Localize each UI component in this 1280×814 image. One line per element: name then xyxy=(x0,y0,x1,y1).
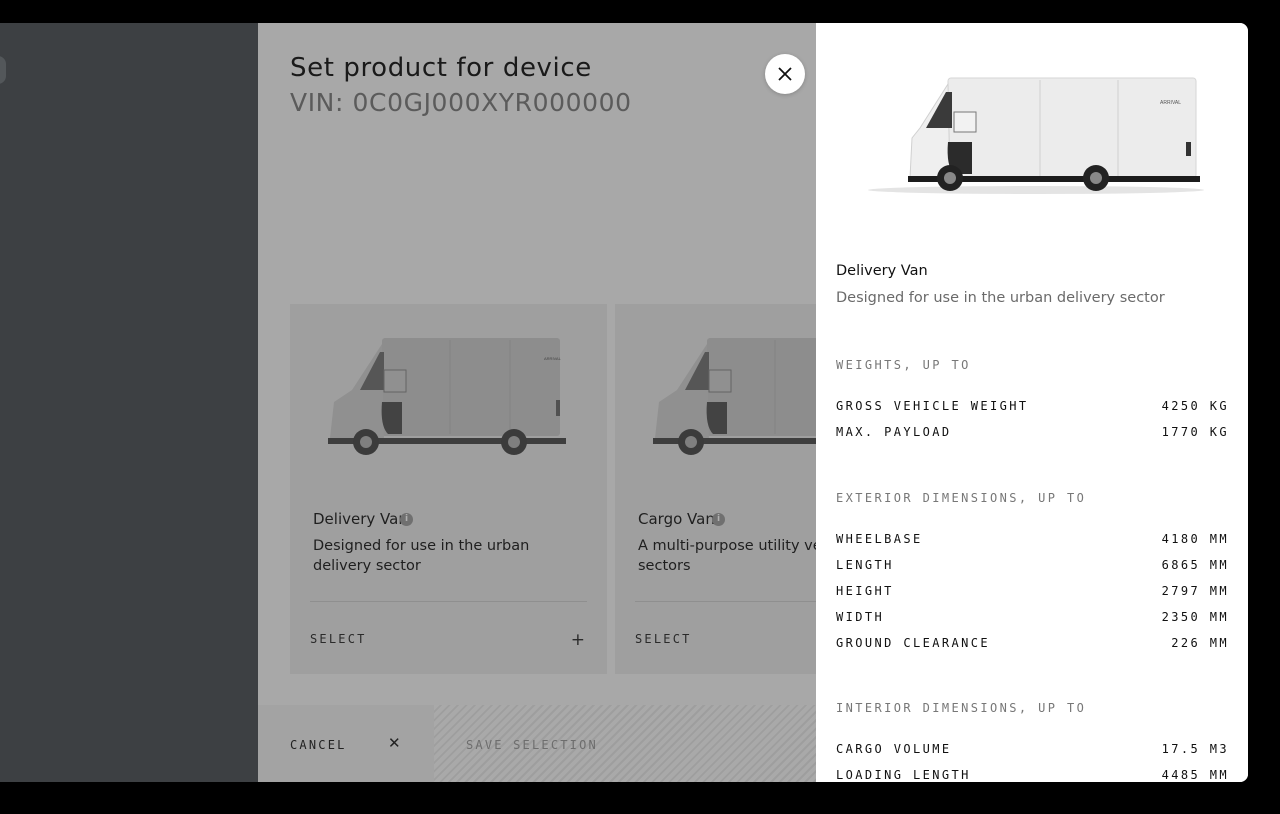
modal-title: Set product for device xyxy=(290,53,592,83)
spec-row: GROUND CLEARANCE 226 MM xyxy=(836,636,1229,656)
spec-row: LENGTH 6865 MM xyxy=(836,558,1229,578)
spec-row: GROSS VEHICLE WEIGHT 4250 KG xyxy=(836,399,1229,419)
spec-value: 6865 MM xyxy=(1161,558,1229,572)
info-icon[interactable]: i xyxy=(400,513,413,526)
spec-row: WIDTH 2350 MM xyxy=(836,610,1229,630)
select-button[interactable]: SELECT xyxy=(635,632,692,646)
spec-row: WHEELBASE 4180 MM xyxy=(836,532,1229,552)
spec-value: 2797 MM xyxy=(1161,584,1229,598)
spec-row: LOADING LENGTH 4485 MM xyxy=(836,768,1229,782)
spec-label: WHEELBASE xyxy=(836,532,923,546)
exterior-section-title: EXTERIOR DIMENSIONS, UP TO xyxy=(836,491,1087,505)
spec-label: CARGO VOLUME xyxy=(836,742,952,756)
background-app xyxy=(0,23,258,782)
spec-label: HEIGHT xyxy=(836,584,894,598)
spec-label: WIDTH xyxy=(836,610,885,624)
card-divider xyxy=(310,601,587,602)
van-image: ARRIVAL xyxy=(328,338,566,455)
spec-label: GROSS VEHICLE WEIGHT xyxy=(836,399,1029,413)
app-frame: Set product for device VIN: 0C0GJ000XYR0… xyxy=(0,23,1248,782)
product-detail-panel: ARRIVAL Delivery Van Designed for use in… xyxy=(816,23,1248,782)
spec-value: 4485 MM xyxy=(1161,768,1229,782)
van-image: ARRIVAL xyxy=(868,77,1204,194)
spec-label: LENGTH xyxy=(836,558,894,572)
card-title: Delivery Van xyxy=(313,510,408,528)
close-button[interactable] xyxy=(765,54,805,94)
spec-value: 4180 MM xyxy=(1161,532,1229,546)
vin-label: VIN: 0C0GJ000XYR000000 xyxy=(290,88,632,117)
interior-section-title: INTERIOR DIMENSIONS, UP TO xyxy=(836,701,1087,715)
spec-value: 17.5 M3 xyxy=(1161,742,1229,756)
card-title: Cargo Van xyxy=(638,510,715,528)
background-control xyxy=(0,56,6,84)
spec-value: 226 MM xyxy=(1171,636,1229,650)
select-button[interactable]: SELECT xyxy=(310,632,367,646)
plus-icon[interactable]: + xyxy=(571,630,585,650)
spec-label: MAX. PAYLOAD xyxy=(836,425,952,439)
close-icon xyxy=(778,67,792,81)
cancel-button[interactable]: CANCEL xyxy=(290,738,347,752)
card-description: Designed for use in the urban delivery s… xyxy=(313,538,530,574)
save-selection-button[interactable]: SAVE SELECTION xyxy=(466,738,598,752)
weights-section-title: WEIGHTS, UP TO xyxy=(836,358,971,372)
panel-title: Delivery Van xyxy=(836,263,928,279)
close-icon[interactable]: ✕ xyxy=(388,734,401,752)
spec-label: GROUND CLEARANCE xyxy=(836,636,990,650)
spec-value: 4250 KG xyxy=(1161,399,1229,413)
spec-value: 2350 MM xyxy=(1161,610,1229,624)
van-brand-text: ARRIVAL xyxy=(544,356,562,361)
info-icon[interactable]: i xyxy=(712,513,725,526)
product-card-delivery-van[interactable]: ARRIVAL Delivery Van i Designed for use … xyxy=(290,304,607,674)
van-brand-text: ARRIVAL xyxy=(1160,100,1181,106)
spec-row: MAX. PAYLOAD 1770 KG xyxy=(836,425,1229,445)
spec-value: 1770 KG xyxy=(1161,425,1229,439)
spec-row: CARGO VOLUME 17.5 M3 xyxy=(836,742,1229,762)
spec-label: LOADING LENGTH xyxy=(836,768,971,782)
panel-description: Designed for use in the urban delivery s… xyxy=(836,290,1165,306)
spec-row: HEIGHT 2797 MM xyxy=(836,584,1229,604)
